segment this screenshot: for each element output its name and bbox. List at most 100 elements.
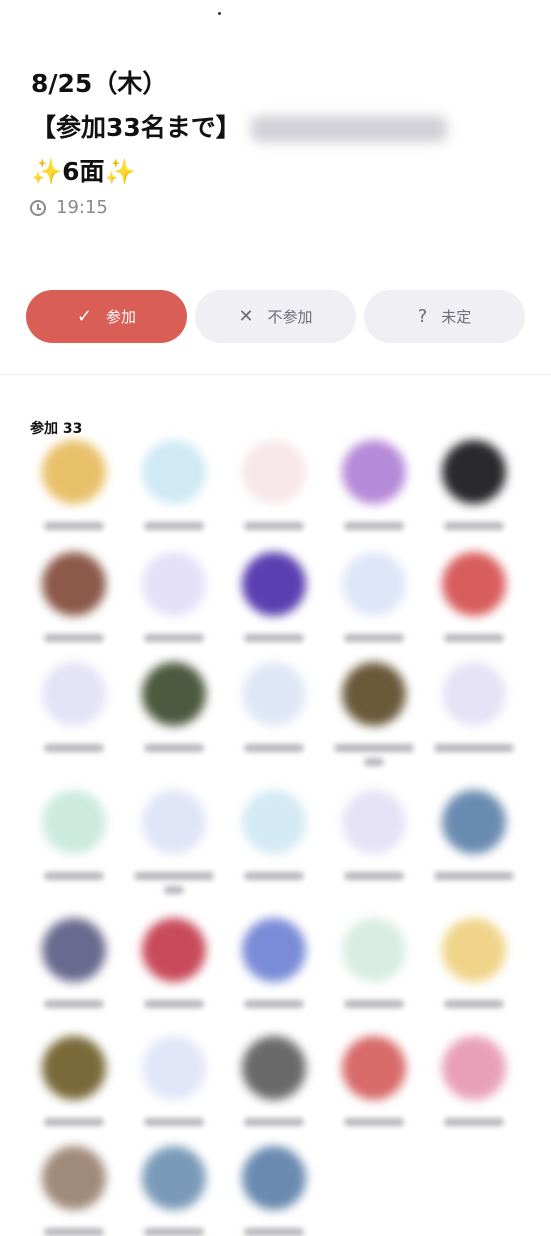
participant-name-redacted — [244, 522, 304, 530]
participant-avatar — [142, 552, 206, 616]
participant-avatar — [42, 552, 106, 616]
participant-name-redacted — [244, 744, 304, 752]
participant-item[interactable] — [424, 1036, 524, 1126]
join-button[interactable]: ✓ 参加 — [26, 290, 187, 343]
participant-name-redacted — [44, 1000, 104, 1008]
participant-avatar — [342, 440, 406, 504]
participant-name-redacted — [44, 744, 104, 752]
participant-avatar — [342, 790, 406, 854]
participant-item[interactable] — [324, 552, 424, 642]
participant-name-redacted — [144, 744, 204, 752]
participant-name-redacted — [244, 1118, 304, 1126]
participant-name-redacted — [144, 634, 204, 642]
participant-item[interactable] — [224, 1146, 324, 1236]
participant-item[interactable] — [424, 662, 524, 752]
participant-avatar — [42, 662, 106, 726]
sparkle-icon: ✨ — [104, 157, 136, 186]
participant-avatar — [442, 918, 506, 982]
participant-name-redacted — [144, 1118, 204, 1126]
response-buttons: ✓ 参加 ✕ 不参加 ? 未定 — [26, 290, 525, 343]
participant-item[interactable] — [424, 790, 524, 880]
event-time: 19:15 — [30, 197, 108, 218]
participant-item[interactable] — [24, 552, 124, 642]
participant-avatar — [42, 1036, 106, 1100]
participant-item[interactable] — [424, 552, 524, 642]
participant-item[interactable] — [24, 1146, 124, 1236]
decline-button-label: 不参加 — [267, 308, 313, 326]
participant-name-redacted — [164, 886, 184, 894]
participants-section-title: 参加 33 — [30, 421, 83, 437]
clock-icon — [30, 199, 46, 216]
participant-name-redacted — [244, 1228, 304, 1236]
undecided-button[interactable]: ? 未定 — [364, 290, 525, 343]
participant-avatar — [442, 662, 506, 726]
event-capacity-text: 【参加33名まで】 — [31, 113, 241, 142]
participant-item[interactable] — [24, 918, 124, 1008]
participant-item[interactable] — [324, 790, 424, 880]
participant-item[interactable] — [24, 790, 124, 880]
participant-item[interactable] — [324, 662, 424, 766]
participant-avatar — [442, 552, 506, 616]
event-courts-text: 6面 — [62, 157, 105, 186]
participant-item[interactable] — [224, 790, 324, 880]
participant-item[interactable] — [124, 790, 224, 894]
participant-item[interactable] — [224, 1036, 324, 1126]
event-courts-line: ✨6面✨ — [31, 150, 531, 194]
participant-name-redacted — [434, 872, 514, 880]
participant-item[interactable] — [124, 662, 224, 752]
participant-avatar — [442, 790, 506, 854]
participant-item[interactable] — [324, 1036, 424, 1126]
sparkle-icon: ✨ — [31, 157, 63, 186]
check-icon: ✓ — [76, 306, 93, 327]
participant-avatar — [342, 662, 406, 726]
participant-item[interactable] — [24, 1036, 124, 1126]
participant-name-redacted — [44, 522, 104, 530]
undecided-button-label: 未定 — [441, 308, 472, 326]
participant-item[interactable] — [424, 918, 524, 1008]
participant-avatar — [142, 1036, 206, 1100]
participant-avatar — [242, 918, 306, 982]
participant-avatar — [342, 552, 406, 616]
participant-avatar — [242, 440, 306, 504]
participant-name-redacted — [334, 744, 414, 752]
participant-item[interactable] — [224, 552, 324, 642]
participant-name-redacted — [134, 872, 214, 880]
question-icon: ? — [417, 306, 428, 327]
participant-name-redacted — [244, 634, 304, 642]
participant-avatar — [342, 918, 406, 982]
participant-item[interactable] — [324, 440, 424, 530]
close-icon: ✕ — [238, 306, 254, 327]
decline-button[interactable]: ✕ 不参加 — [195, 290, 356, 343]
participant-item[interactable] — [124, 552, 224, 642]
participant-item[interactable] — [124, 1146, 224, 1236]
participant-name-redacted — [364, 758, 384, 766]
participant-name-redacted — [344, 1000, 404, 1008]
participant-avatar — [42, 790, 106, 854]
status-indicator-dot — [218, 12, 221, 15]
participant-item[interactable] — [124, 918, 224, 1008]
participant-item[interactable] — [24, 662, 124, 752]
participant-item[interactable] — [424, 440, 524, 530]
participant-item[interactable] — [24, 440, 124, 530]
participant-item[interactable] — [224, 918, 324, 1008]
participant-avatar — [142, 440, 206, 504]
participant-avatar — [242, 552, 306, 616]
participant-name-redacted — [444, 634, 504, 642]
participant-name-redacted — [344, 634, 404, 642]
participant-avatar — [142, 790, 206, 854]
redacted-venue-name — [250, 116, 447, 142]
participant-name-redacted — [244, 872, 304, 880]
participant-item[interactable] — [124, 1036, 224, 1126]
participant-avatar — [142, 662, 206, 726]
participant-avatar — [42, 918, 106, 982]
participant-name-redacted — [44, 634, 104, 642]
participant-item[interactable] — [224, 662, 324, 752]
participant-item[interactable] — [124, 440, 224, 530]
participant-item[interactable] — [324, 918, 424, 1008]
participant-avatar — [242, 662, 306, 726]
participant-avatar — [242, 1036, 306, 1100]
participant-name-redacted — [44, 1118, 104, 1126]
participant-avatar — [442, 440, 506, 504]
participant-item[interactable] — [224, 440, 324, 530]
participant-avatar — [142, 918, 206, 982]
